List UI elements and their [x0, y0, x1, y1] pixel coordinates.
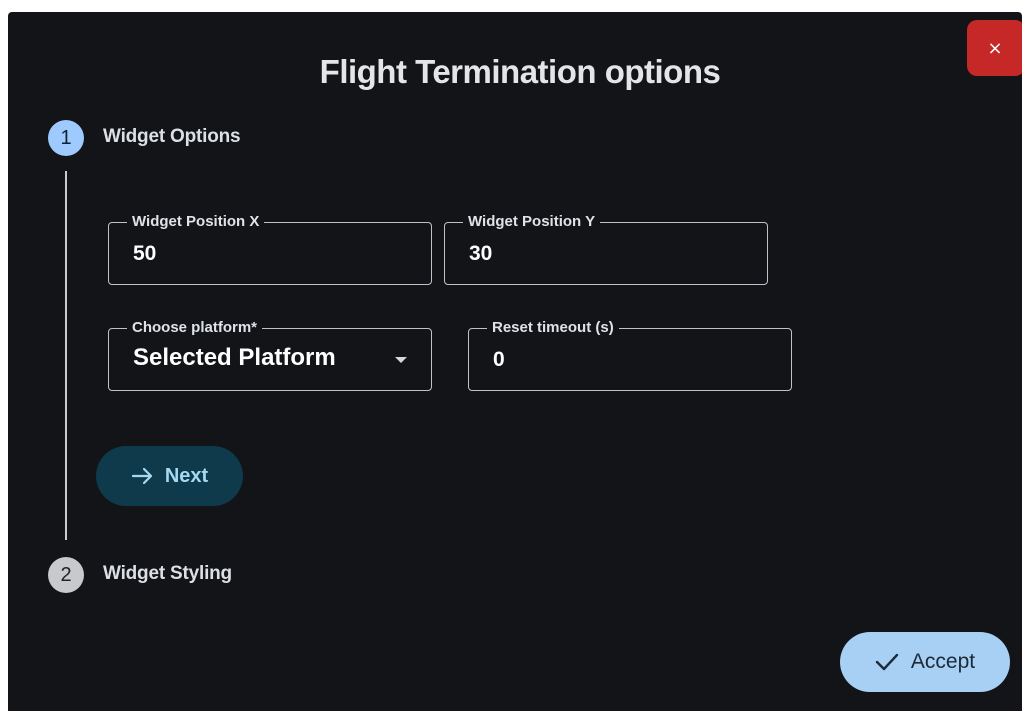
step-2-label[interactable]: Widget Styling	[103, 563, 232, 585]
stepper-connector-line	[65, 171, 67, 540]
accept-button[interactable]: Accept	[840, 632, 1010, 692]
next-button-label: Next	[164, 464, 209, 487]
dialog-title: Flight Termination options	[319, 53, 721, 90]
widget-position-y-label: Widget Position Y	[463, 212, 601, 232]
reset-timeout-label: Reset timeout (s)	[487, 318, 619, 338]
choose-platform-label: Choose platform*	[127, 318, 263, 338]
step-1-indicator[interactable]: 1	[48, 120, 84, 156]
chevron-down-icon[interactable]	[395, 357, 407, 363]
accept-button-label: Accept	[910, 650, 976, 673]
arrow-right-icon	[131, 466, 155, 486]
reset-timeout-field[interactable]: Reset timeout (s) 0	[468, 318, 792, 391]
widget-position-x-value[interactable]: 50	[133, 242, 156, 266]
widget-position-x-label: Widget Position X	[127, 212, 265, 232]
widget-position-y-field[interactable]: Widget Position Y 30	[444, 212, 768, 285]
step-2-indicator[interactable]: 2	[48, 557, 84, 593]
check-icon	[875, 652, 899, 672]
choose-platform-select[interactable]: Choose platform* Selected Platform	[108, 318, 432, 391]
reset-timeout-value[interactable]: 0	[493, 348, 505, 372]
step-1-label[interactable]: Widget Options	[103, 126, 241, 148]
widget-position-y-value[interactable]: 30	[469, 242, 492, 266]
next-button[interactable]: Next	[96, 446, 243, 506]
widget-position-x-field[interactable]: Widget Position X 50	[108, 212, 432, 285]
choose-platform-value[interactable]: Selected Platform	[133, 346, 336, 370]
